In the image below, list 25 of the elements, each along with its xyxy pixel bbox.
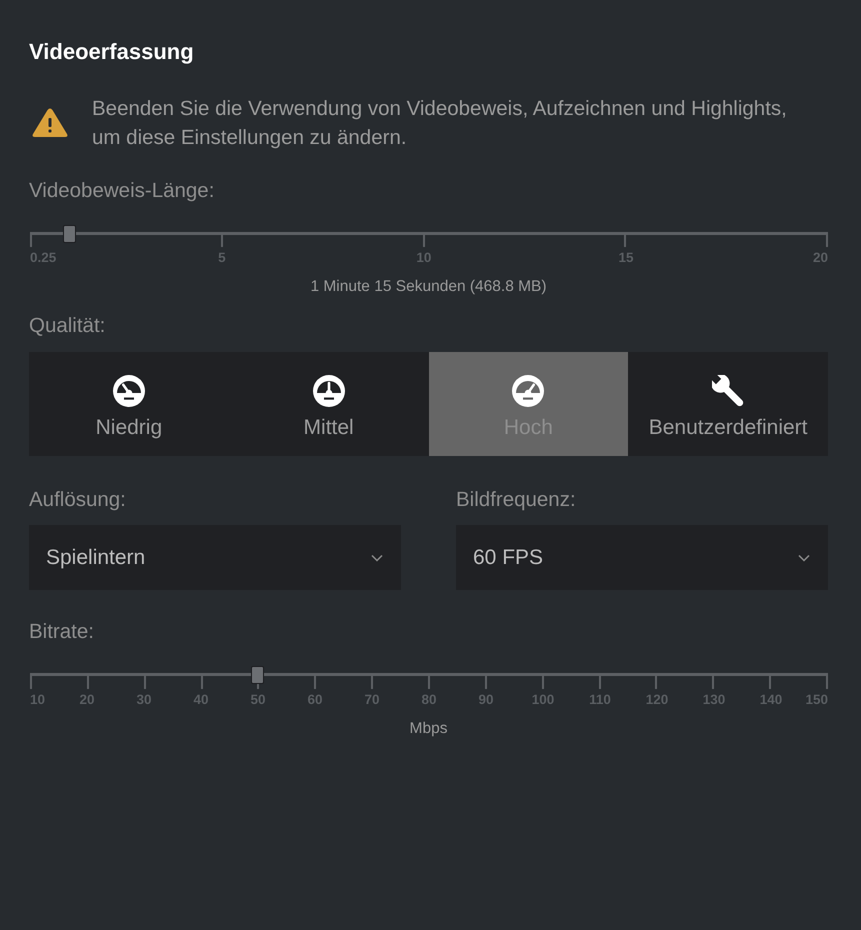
dropdown-value: 60 FPS — [473, 546, 544, 570]
warning-icon — [32, 108, 68, 138]
slider-thumb[interactable] — [63, 225, 76, 243]
field-label: Bitrate: — [29, 620, 95, 644]
field-label: Bildfrequenz: — [456, 488, 577, 512]
quality-option[interactable]: Benutzerdefiniert — [628, 352, 828, 456]
field-label: Auflösung: — [29, 488, 127, 512]
field-label: Videobeweis-Länge: — [29, 179, 216, 203]
gauge-icon — [512, 375, 544, 407]
dropdown[interactable]: Spielintern — [29, 525, 401, 590]
quality-option[interactable]: Niedrig — [29, 352, 229, 456]
section-title: Videoerfassung — [29, 40, 195, 64]
dropdown[interactable]: 60 FPS — [456, 525, 828, 590]
dropdown-value: Spielintern — [46, 546, 146, 570]
warning-text: Beenden Sie die Verwendung von Videobeweis, Aufzeichnen und Highlights, um diese Einstellungen zu ändern. — [92, 96, 788, 151]
gauge-icon — [312, 375, 345, 407]
slider-caption: 1 Minute 15 Sekunden (468.8 MB) — [309, 278, 548, 296]
gauge-icon — [112, 375, 145, 407]
chevron-down-icon — [798, 554, 810, 562]
quality-option[interactable]: Mittel — [228, 352, 428, 456]
slider-caption: Mbps — [408, 720, 448, 738]
slider-thumb[interactable] — [251, 666, 264, 684]
chevron-down-icon — [371, 554, 383, 562]
field-label: Qualität: — [29, 314, 106, 338]
wrench-icon — [712, 375, 744, 407]
